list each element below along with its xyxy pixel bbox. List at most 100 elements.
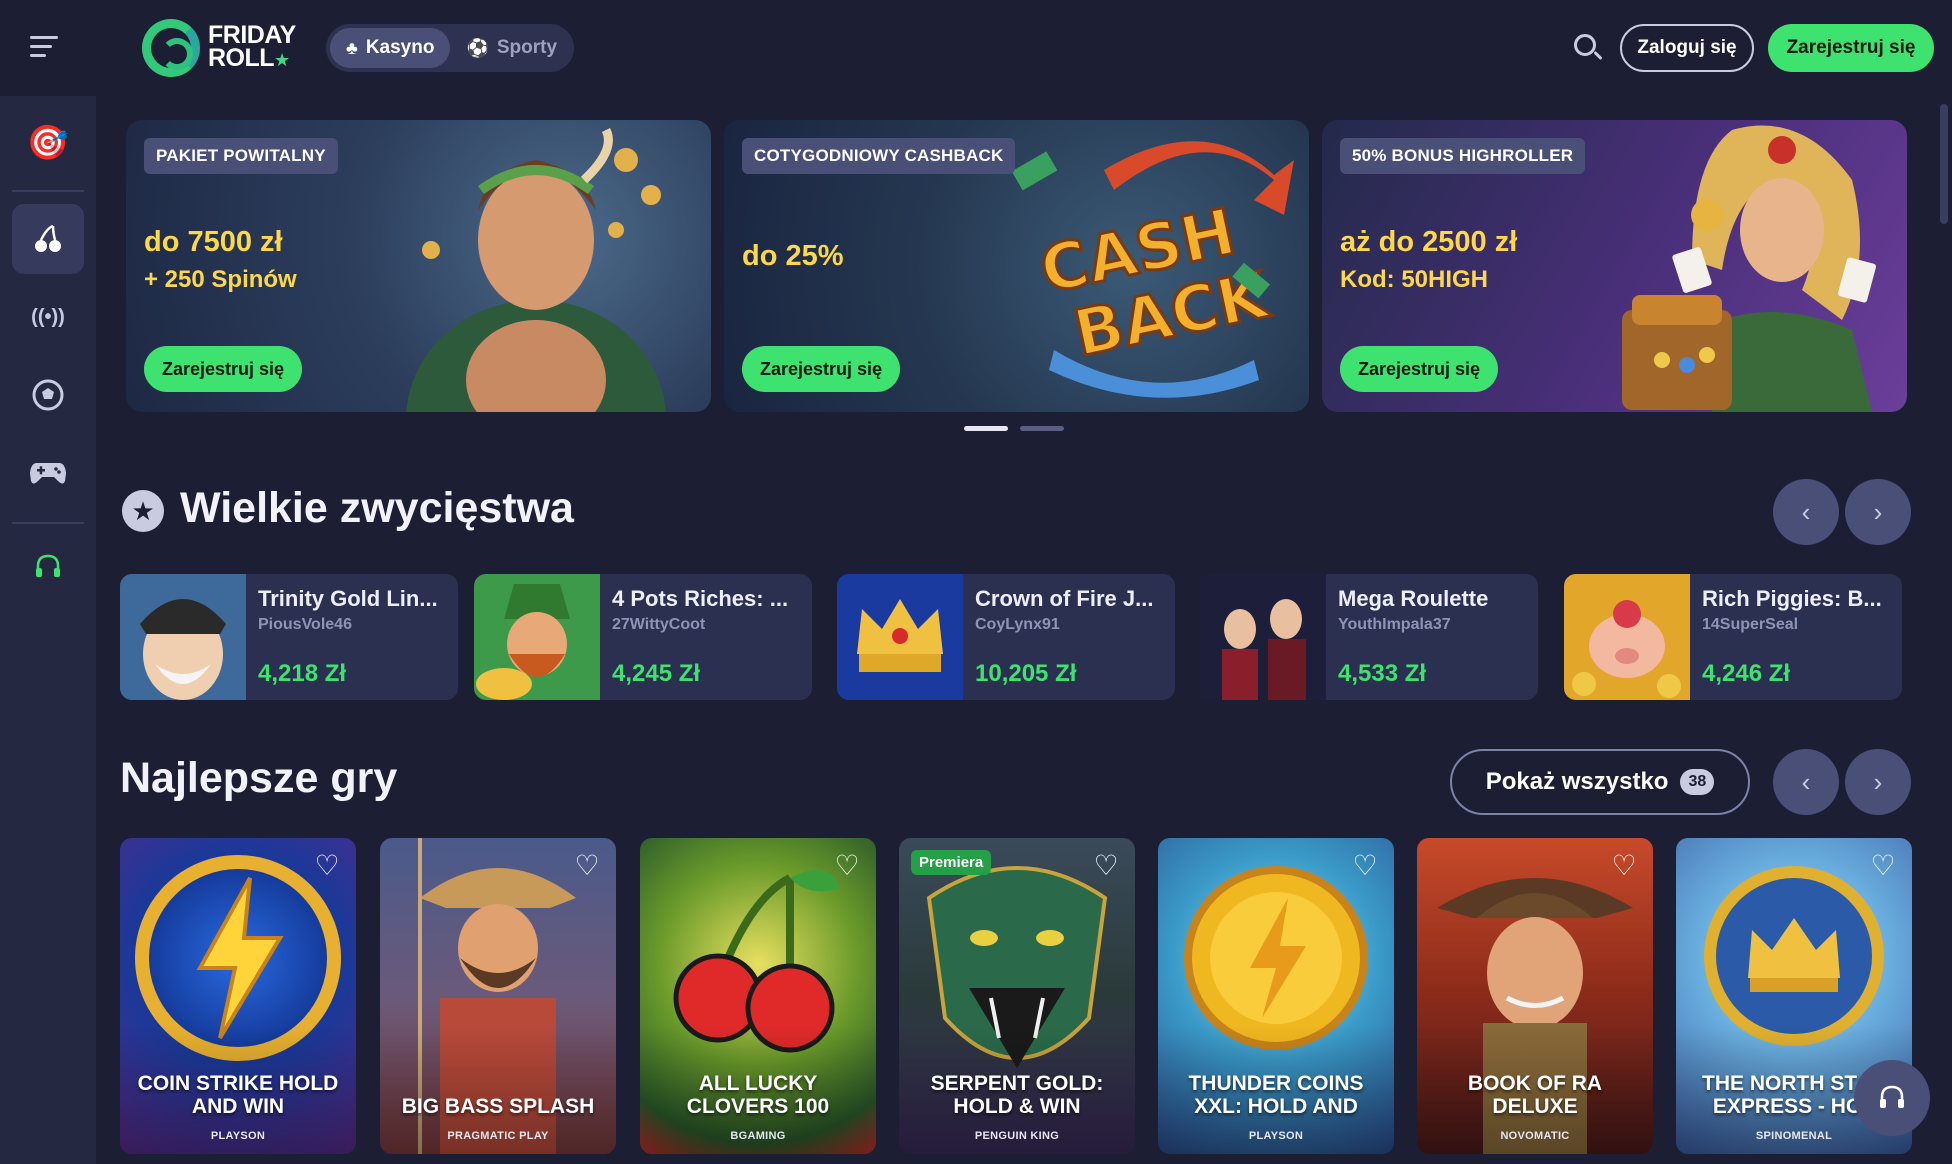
cashback-illustration: CASH BACK <box>1011 141 1294 398</box>
big-win-user: PiousVole46 <box>258 616 352 633</box>
big-wins-next-button[interactable]: › <box>1845 479 1911 545</box>
premiere-badge: Premiera <box>911 850 992 875</box>
chevron-left-icon: ‹ <box>1801 766 1811 797</box>
game-title: BOOK OF RA DELUXE <box>1467 1072 1603 1118</box>
banner-weekly-cashback[interactable]: CASH BACK COTYGODNIOWY CASHBACK do 25% Z… <box>724 120 1309 412</box>
big-win-game: Trinity Gold Lin... <box>258 586 438 611</box>
game-tile[interactable]: ♡ BIG BASS SPLASH PRAGMATIC PLAY <box>380 838 616 1154</box>
game-title: BIG BASS SPLASH <box>401 1095 595 1118</box>
game-thumbnail-image <box>474 574 600 700</box>
register-button[interactable]: Zarejestruj się <box>1768 24 1934 72</box>
sidebar-divider <box>12 522 84 524</box>
cherry-icon: ♣ <box>346 37 358 58</box>
game-thumbnail-image <box>837 574 963 700</box>
banner-welcome-pack[interactable]: PAKIET POWITALNY do 7500 zł + 250 Spinów… <box>126 120 711 412</box>
sidebar: 🎯 ((•)) <box>0 96 96 1164</box>
banner-register-button[interactable]: Zarejestruj się <box>1340 346 1499 392</box>
tab-casino[interactable]: ♣ Kasyno <box>330 28 451 68</box>
login-button[interactable]: Zaloguj się <box>1620 24 1754 72</box>
favorite-heart-icon[interactable]: ♡ <box>1091 852 1121 880</box>
big-win-card[interactable]: Rich Piggies: B... 14SuperSeal 4,246 Zł <box>1564 574 1902 700</box>
big-wins-prev-button[interactable]: ‹ <box>1773 479 1839 545</box>
support-chat-button[interactable] <box>1854 1060 1930 1136</box>
big-win-game: Rich Piggies: B... <box>1702 586 1882 611</box>
hamburger-menu-icon[interactable] <box>30 36 58 58</box>
big-win-card[interactable]: 4 Pots Riches: ... 27WittyCoot 4,245 Zł <box>474 574 812 700</box>
live-broadcast-icon[interactable]: ((•)) <box>12 282 84 352</box>
favorite-heart-icon[interactable]: ♡ <box>1868 852 1898 880</box>
game-thumbnail-image <box>1564 574 1690 700</box>
game-provider: PLAYSON <box>210 1130 266 1142</box>
big-win-amount: 10,205 Zł <box>975 660 1077 687</box>
game-tile[interactable]: ♡ ALL LUCKY CLOVERS 100 BGAMING <box>640 838 876 1154</box>
tab-sports-label: Sporty <box>496 37 558 58</box>
banner-amount: do 7500 zł <box>144 226 283 258</box>
game-tile[interactable]: ♡ COIN STRIKE HOLD AND WIN PLAYSON <box>120 838 356 1154</box>
pagination-dot[interactable] <box>964 426 1008 431</box>
favorite-heart-icon[interactable]: ♡ <box>312 852 342 880</box>
logo-line2: ROLL <box>208 44 275 72</box>
banner-register-button[interactable]: Zarejestruj się <box>144 346 303 392</box>
show-all-label: Pokaż wszystko <box>1485 768 1669 795</box>
cherry-icon <box>35 224 61 252</box>
banner-tag: COTYGODNIOWY CASHBACK <box>742 138 1016 174</box>
favorite-heart-icon[interactable]: ♡ <box>1350 852 1380 880</box>
big-win-user: CoyLynx91 <box>975 616 1060 633</box>
hero-character-illustration <box>406 127 666 412</box>
game-title: SERPENT GOLD: HOLD & WIN <box>930 1072 1104 1118</box>
top-games-next-button[interactable]: › <box>1845 749 1911 815</box>
logo-star: ★ <box>274 50 290 70</box>
pagination-dot[interactable] <box>1020 426 1064 431</box>
dart-target-icon[interactable]: 🎯 <box>12 108 84 178</box>
big-win-game: Crown of Fire J... <box>975 586 1154 611</box>
favorite-heart-icon[interactable]: ♡ <box>1609 852 1639 880</box>
big-win-card[interactable]: Mega Roulette YouthImpala37 4,533 Zł <box>1200 574 1538 700</box>
tab-sports[interactable]: ⚽ Sporty <box>450 28 573 68</box>
top-bar: FRIDAY ROLL★ ♣ Kasyno ⚽ Sporty Zaloguj s… <box>0 0 1952 96</box>
game-thumbnail-image <box>120 574 246 700</box>
sidebar-item-casino[interactable] <box>12 204 84 274</box>
big-win-user: YouthImpala37 <box>1338 616 1451 633</box>
banner-amount: aż do 2500 zł <box>1340 226 1518 258</box>
headset-icon <box>36 554 60 577</box>
sidebar-item-sports[interactable] <box>12 360 84 430</box>
favorite-heart-icon[interactable]: ♡ <box>572 852 602 880</box>
sidebar-item-games[interactable] <box>12 438 84 508</box>
big-win-card[interactable]: Crown of Fire J... CoyLynx91 10,205 Zł <box>837 574 1175 700</box>
tab-casino-label: Kasyno <box>365 37 435 58</box>
game-provider: PLAYSON <box>1248 1130 1304 1142</box>
banner-tag: PAKIET POWITALNY <box>144 138 338 174</box>
game-tile[interactable]: Premiera ♡ SERPENT GOLD: HOLD & WIN PENG… <box>899 838 1135 1154</box>
game-provider: PRAGMATIC PLAY <box>447 1130 549 1142</box>
game-tile[interactable]: ♡ BOOK OF RA DELUXE NOVOMATIC <box>1417 838 1653 1154</box>
big-win-game: 4 Pots Riches: ... <box>612 586 789 611</box>
banner-register-button[interactable]: Zarejestruj się <box>742 346 901 392</box>
game-tile[interactable]: ♡ THUNDER COINS XXL: HOLD AND PLAYSON <box>1158 838 1394 1154</box>
banner-highroller-bonus[interactable]: 50% BONUS HIGHROLLER aż do 2500 zł Kod: … <box>1322 120 1907 412</box>
section-title-top-games: Najlepsze gry <box>120 754 398 802</box>
mode-switch: ♣ Kasyno ⚽ Sporty <box>326 24 574 72</box>
sidebar-item-support[interactable] <box>12 532 84 602</box>
banner-tag: 50% BONUS HIGHROLLER <box>1340 138 1586 174</box>
page-scrollbar[interactable] <box>1940 104 1948 224</box>
game-provider: BGAMING <box>730 1130 786 1142</box>
logo-mark-icon <box>142 19 200 77</box>
game-title: ALL LUCKY CLOVERS 100 <box>686 1072 830 1118</box>
show-all-button[interactable]: Pokaż wszystko 38 <box>1450 749 1750 815</box>
search-icon[interactable] <box>1572 32 1604 64</box>
favorite-heart-icon[interactable]: ♡ <box>832 852 862 880</box>
big-win-amount: 4,245 Zł <box>612 660 701 687</box>
game-provider: PENGUIN KING <box>974 1130 1060 1142</box>
big-win-user: 14SuperSeal <box>1702 616 1799 633</box>
banner-subtitle: + 250 Spinów <box>144 266 297 293</box>
show-all-count-badge: 38 <box>1680 769 1715 795</box>
banner-subtitle: Kod: 50HIGH <box>1340 266 1489 293</box>
big-win-card[interactable]: Trinity Gold Lin... PiousVole46 4,218 Zł <box>120 574 458 700</box>
big-win-amount: 4,533 Zł <box>1338 660 1427 687</box>
logo[interactable]: FRIDAY ROLL★ <box>142 18 302 78</box>
soccer-ball-icon <box>32 379 64 411</box>
soccer-ball-icon: ⚽ <box>466 37 489 58</box>
game-title: THUNDER COINS XXL: HOLD AND <box>1188 1072 1364 1118</box>
chevron-right-icon: › <box>1873 496 1883 527</box>
top-games-prev-button[interactable]: ‹ <box>1773 749 1839 815</box>
